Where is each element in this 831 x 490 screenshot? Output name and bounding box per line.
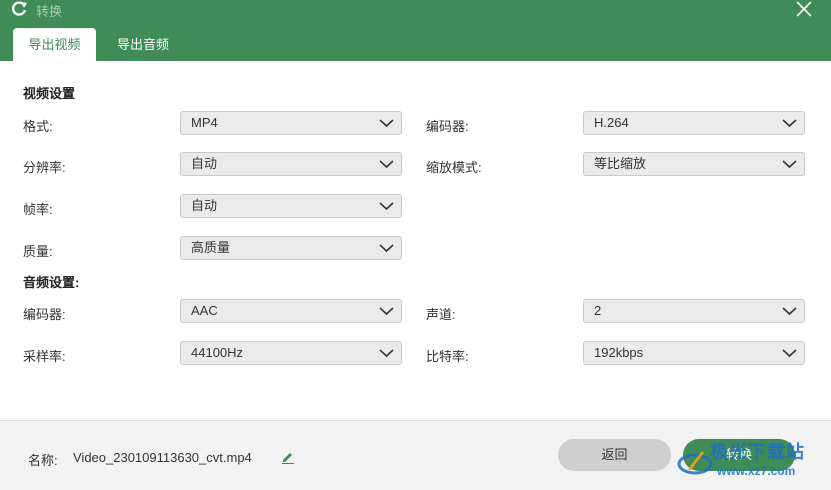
format-value: MP4: [191, 115, 218, 130]
channels-value: 2: [594, 303, 602, 318]
quality-value: 高质量: [191, 240, 231, 255]
sample-rate-select[interactable]: 44100Hz: [180, 341, 402, 365]
sample-rate-label: 采样率:: [23, 349, 66, 364]
chevron-down-icon: [379, 202, 394, 211]
close-icon[interactable]: [795, 0, 815, 18]
bitrate-value: 192kbps: [594, 345, 644, 360]
tab-export-video[interactable]: 导出视频: [13, 28, 96, 61]
frame-rate-value: 自动: [191, 198, 218, 213]
scale-mode-label: 缩放模式:: [426, 160, 482, 175]
chevron-down-icon: [379, 244, 394, 253]
back-button[interactable]: 返回: [558, 439, 671, 471]
chevron-down-icon: [782, 119, 797, 128]
audio-encoder-select[interactable]: AAC: [180, 299, 402, 323]
filename-label: 名称:: [28, 453, 58, 468]
chevron-down-icon: [782, 160, 797, 169]
format-select[interactable]: MP4: [180, 111, 402, 135]
bitrate-select[interactable]: 192kbps: [583, 341, 805, 365]
refresh-icon: [12, 1, 27, 16]
resolution-label: 分辨率:: [23, 160, 66, 175]
chevron-down-icon: [379, 119, 394, 128]
scale-mode-value: 等比缩放: [594, 156, 647, 171]
video-encoder-select[interactable]: H.264: [583, 111, 805, 135]
chevron-down-icon: [379, 160, 394, 169]
chevron-down-icon: [379, 349, 394, 358]
pencil-icon[interactable]: [281, 450, 295, 464]
video-encoder-value: H.264: [594, 115, 629, 130]
frame-rate-select[interactable]: 自动: [180, 194, 402, 218]
audio-encoder-label: 编码器:: [23, 307, 66, 322]
filename-value: Video_230109113630_cvt.mp4: [73, 450, 252, 465]
chevron-down-icon: [782, 307, 797, 316]
quality-select[interactable]: 高质量: [180, 236, 402, 260]
video-settings-heading: 视频设置: [23, 86, 76, 101]
format-label: 格式:: [23, 119, 53, 134]
window-title: 转换: [36, 4, 63, 19]
quality-label: 质量:: [23, 244, 53, 259]
chevron-down-icon: [379, 307, 394, 316]
title-bar: 转换 导出视频 导出音频: [0, 0, 831, 61]
chevron-down-icon: [782, 349, 797, 358]
audio-settings-heading: 音频设置:: [23, 275, 80, 290]
resolution-select[interactable]: 自动: [180, 152, 402, 176]
footer-divider: [0, 420, 831, 421]
resolution-value: 自动: [191, 156, 218, 171]
frame-rate-label: 帧率:: [23, 202, 53, 217]
sample-rate-value: 44100Hz: [191, 345, 244, 360]
scale-mode-select[interactable]: 等比缩放: [583, 152, 805, 176]
channels-label: 声道:: [426, 307, 456, 322]
audio-encoder-value: AAC: [191, 303, 218, 318]
tab-export-audio[interactable]: 导出音频: [102, 28, 184, 61]
bitrate-label: 比特率:: [426, 349, 469, 364]
channels-select[interactable]: 2: [583, 299, 805, 323]
video-encoder-label: 编码器:: [426, 119, 469, 134]
convert-button[interactable]: 转换: [683, 439, 795, 471]
